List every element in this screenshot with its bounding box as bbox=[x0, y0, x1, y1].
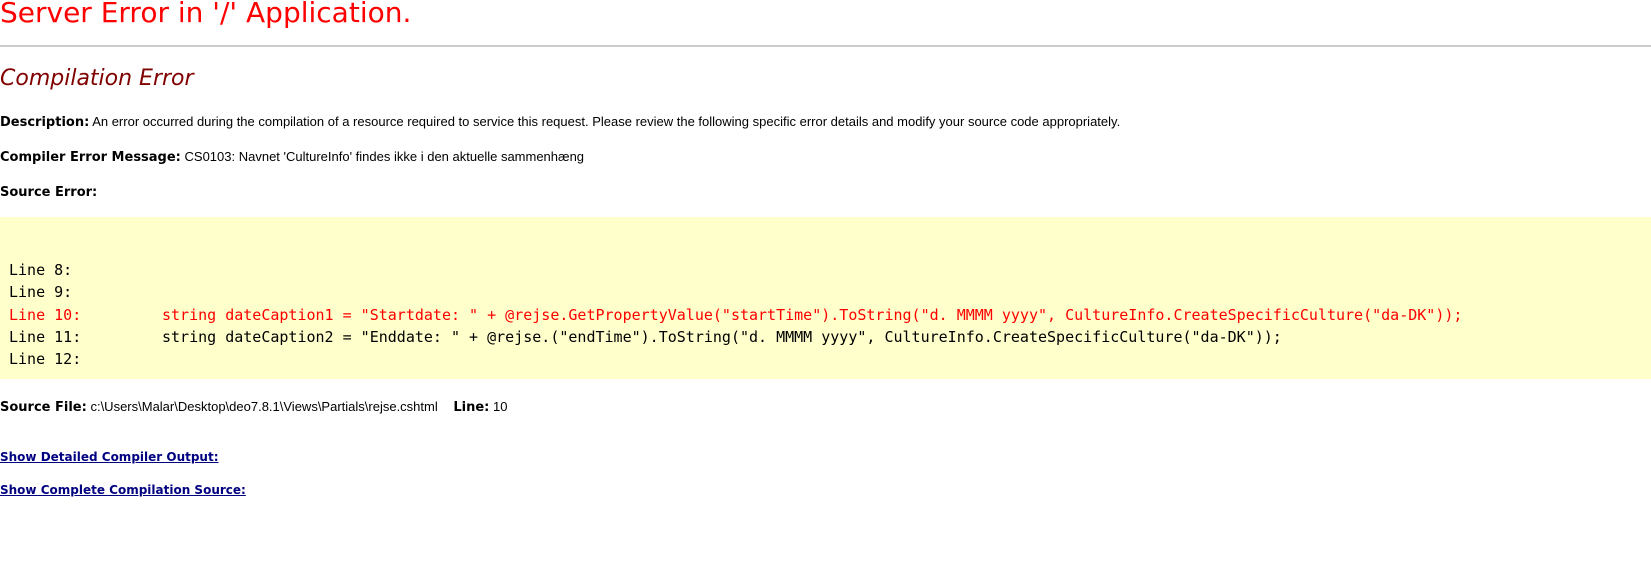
show-detailed-compiler-output-link[interactable]: Show Detailed Compiler Output: bbox=[0, 450, 219, 464]
code-line-number: Line 12: bbox=[9, 350, 82, 369]
code-line-11: Line 11: string dateCaption2 = "Enddate: … bbox=[9, 326, 1462, 348]
compiler-error-label: Compiler Error Message: bbox=[0, 150, 181, 165]
error-page: Server Error in '/' Application. Compila… bbox=[0, 0, 1651, 569]
code-line-12: Line 12: bbox=[9, 348, 1462, 370]
page-title: Server Error in '/' Application. bbox=[0, 0, 412, 29]
description-text: An error occurred during the compilation… bbox=[92, 114, 1121, 129]
source-code: Line 8: Line 9: Line 10: string dateCaption… bbox=[9, 259, 1462, 370]
source-error-row: Source Error: bbox=[0, 184, 97, 200]
source-file-path: c:\Users\Malar\Desktop\deo7.8.1\Views\Pa… bbox=[90, 399, 438, 414]
error-subtitle: Compilation Error bbox=[0, 66, 194, 91]
description-row: Description: An error occurred during th… bbox=[0, 114, 1120, 130]
compiler-error-text: CS0103: Navnet 'CultureInfo' findes ikke… bbox=[184, 149, 585, 164]
code-line-number: Line 11: bbox=[9, 327, 82, 346]
source-error-label: Source Error: bbox=[0, 185, 98, 200]
source-file-row: Source File: c:\Users\Malar\Desktop\deo7… bbox=[0, 399, 507, 415]
compiler-error-row: Compiler Error Message: CS0103: Navnet '… bbox=[0, 149, 584, 165]
code-line-9: Line 9: bbox=[9, 281, 1462, 303]
source-code-box: Line 8: Line 9: Line 10: string dateCaption… bbox=[0, 217, 1651, 379]
code-line-number: Line 10: bbox=[9, 305, 82, 324]
code-line-number: Line 9: bbox=[9, 283, 73, 302]
source-line-value: 10 bbox=[493, 399, 508, 414]
code-line-text: string dateCaption2 = "Enddate: " + @rej… bbox=[162, 327, 1282, 346]
source-file-label: Source File: bbox=[0, 400, 87, 415]
show-complete-compilation-source-link[interactable]: Show Complete Compilation Source: bbox=[0, 483, 246, 497]
description-label: Description: bbox=[0, 115, 90, 130]
title-divider bbox=[0, 45, 1651, 47]
code-line-number: Line 8: bbox=[9, 261, 73, 279]
code-line-10-error: Line 10: string dateCaption1 = "Startdate… bbox=[9, 304, 1462, 326]
code-line-text: string dateCaption1 = "Startdate: " + @r… bbox=[162, 305, 1463, 324]
source-line-label: Line: bbox=[453, 400, 490, 415]
code-line-8: Line 8: bbox=[9, 259, 1462, 281]
